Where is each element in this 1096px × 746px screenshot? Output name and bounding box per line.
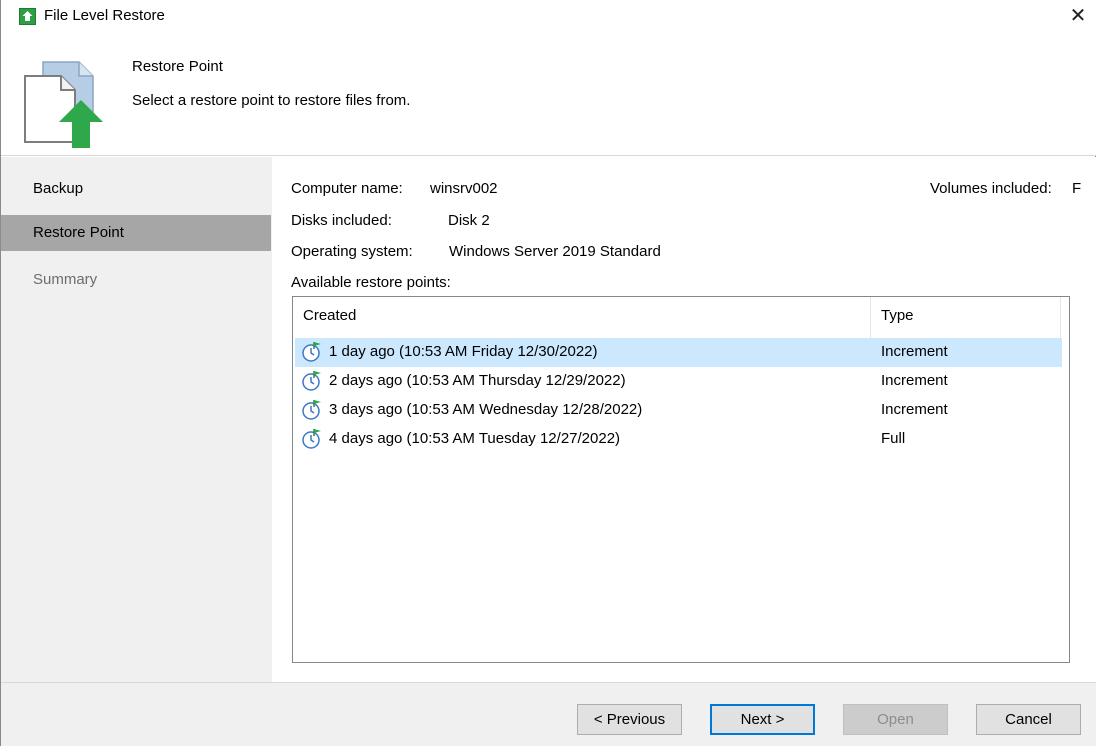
step-summary: Summary bbox=[33, 271, 98, 288]
restore-point-full-icon bbox=[301, 428, 323, 450]
step-restore-point[interactable]: Restore Point bbox=[1, 215, 271, 251]
restore-point-created: 2 days ago (10:53 AM Thursday 12/29/2022… bbox=[329, 372, 626, 389]
file-level-restore-window: File Level Restore ✕ Restore Point Selec… bbox=[0, 0, 1096, 746]
window-title: File Level Restore bbox=[44, 7, 165, 24]
restore-point-type: Increment bbox=[881, 401, 948, 418]
next-button[interactable]: Next > bbox=[710, 704, 815, 735]
volumes-included-label: Volumes included: bbox=[930, 180, 1052, 197]
title-bar: File Level Restore ✕ bbox=[1, 0, 1096, 32]
restore-point-created: 1 day ago (10:53 AM Friday 12/30/2022) bbox=[329, 343, 598, 360]
step-content: Computer name: winsrv002 Disks included:… bbox=[272, 157, 1096, 682]
restore-point-row[interactable]: 2 days ago (10:53 AM Thursday 12/29/2022… bbox=[295, 367, 1062, 396]
available-restore-points-label: Available restore points: bbox=[291, 274, 451, 291]
computer-name-label: Computer name: bbox=[291, 180, 403, 197]
restore-point-type: Increment bbox=[881, 372, 948, 389]
wizard-body: Backup Restore Point Summary Computer na… bbox=[1, 157, 1096, 682]
header-title: Restore Point bbox=[132, 58, 223, 75]
operating-system-value: Windows Server 2019 Standard bbox=[449, 243, 661, 260]
restore-files-icon bbox=[21, 56, 111, 152]
veeam-app-icon bbox=[19, 8, 36, 25]
restore-point-created: 3 days ago (10:53 AM Wednesday 12/28/202… bbox=[329, 401, 643, 418]
restore-point-type: Full bbox=[881, 430, 906, 447]
disks-included-value: Disk 2 bbox=[448, 212, 490, 229]
open-button: Open bbox=[843, 704, 948, 735]
restore-point-row[interactable]: 3 days ago (10:53 AM Wednesday 12/28/202… bbox=[295, 396, 1062, 425]
restore-points-list[interactable]: Created Type 1 day ago (10:53 AM Friday … bbox=[292, 296, 1070, 663]
volumes-included-value: F bbox=[1072, 180, 1082, 197]
computer-name-value: winsrv002 bbox=[430, 180, 498, 197]
restore-point-type: Increment bbox=[881, 343, 948, 360]
disks-included-label: Disks included: bbox=[291, 212, 392, 229]
wizard-steps-sidebar: Backup Restore Point Summary bbox=[1, 157, 271, 682]
header-description: Select a restore point to restore files … bbox=[132, 92, 411, 109]
restore-point-created: 4 days ago (10:53 AM Tuesday 12/27/2022) bbox=[329, 430, 621, 447]
close-button[interactable]: ✕ bbox=[1063, 2, 1093, 30]
restore-point-row[interactable]: 4 days ago (10:53 AM Tuesday 12/27/2022)… bbox=[295, 425, 1062, 454]
wizard-footer: < Previous Next > Open Cancel bbox=[1, 682, 1096, 746]
column-header-type[interactable]: Type bbox=[881, 307, 914, 324]
step-backup[interactable]: Backup bbox=[1, 171, 271, 207]
restore-point-clock-icon bbox=[301, 399, 323, 421]
previous-button[interactable]: < Previous bbox=[577, 704, 682, 735]
wizard-header: Restore Point Select a restore point to … bbox=[1, 32, 1096, 156]
column-header-created[interactable]: Created bbox=[303, 307, 356, 324]
operating-system-label: Operating system: bbox=[291, 243, 413, 260]
restore-point-clock-icon bbox=[301, 341, 323, 363]
cancel-button[interactable]: Cancel bbox=[976, 704, 1081, 735]
restore-point-clock-icon bbox=[301, 370, 323, 392]
restore-point-row[interactable]: 1 day ago (10:53 AM Friday 12/30/2022) I… bbox=[295, 338, 1062, 367]
